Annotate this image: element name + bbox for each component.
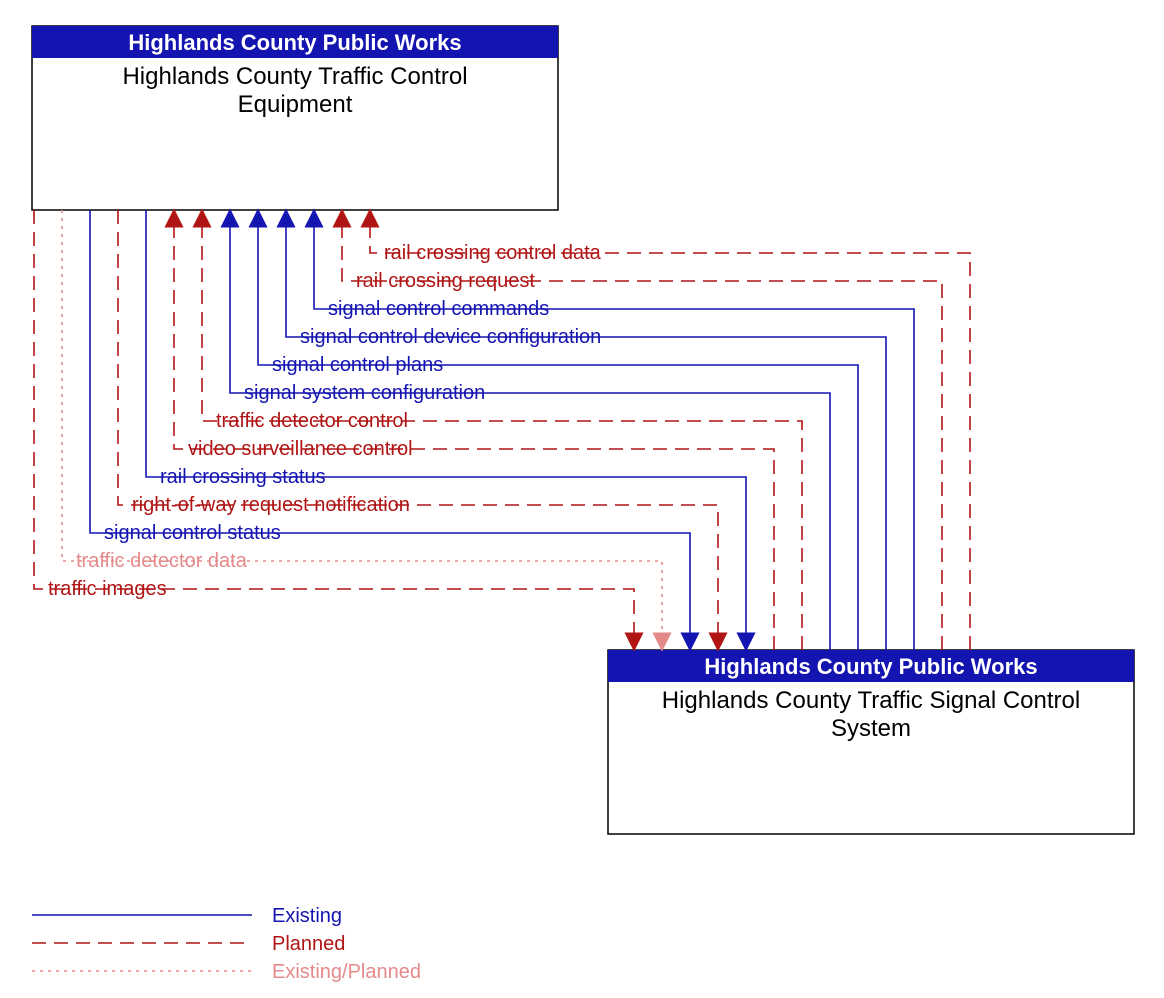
entity-body-line2: System — [831, 715, 911, 742]
flow-label: rail crossing control data — [384, 242, 602, 264]
information-flows: rail crossing control data rail crossing … — [34, 210, 970, 650]
architecture-diagram: Highlands County Public Works Highlands … — [0, 0, 1164, 998]
legend-ep: Existing/Planned — [272, 961, 421, 983]
flow-label: traffic detector data — [76, 550, 248, 572]
legend-existing: Existing — [272, 905, 342, 927]
flow-label: signal control plans — [272, 354, 443, 376]
entity-header: Highlands County Public Works — [704, 654, 1037, 679]
flow-label: traffic images — [48, 578, 167, 600]
flow-label: signal control commands — [328, 298, 549, 320]
flow-label: right-of-way request notification — [132, 494, 410, 516]
flow-label: signal control status — [104, 522, 281, 544]
flow-label: video surveillance control — [188, 438, 413, 460]
entity-header: Highlands County Public Works — [128, 30, 461, 55]
flow-label: rail crossing status — [160, 466, 326, 488]
legend-planned: Planned — [272, 933, 345, 955]
flow-label: signal system configuration — [244, 382, 485, 404]
legend: Existing Planned Existing/Planned — [32, 905, 421, 983]
entity-traffic-signal-control-system: Highlands County Public Works Highlands … — [608, 650, 1134, 834]
flow-line — [258, 218, 858, 650]
entity-traffic-control-equipment: Highlands County Public Works Highlands … — [32, 26, 558, 210]
entity-body-line1: Highlands County Traffic Signal Control — [662, 687, 1080, 714]
entity-body-line2: Equipment — [238, 91, 353, 118]
flow-label: signal control device configuration — [300, 326, 601, 348]
flow-label: traffic detector control — [216, 410, 408, 432]
entity-body-line1: Highlands County Traffic Control — [122, 63, 467, 90]
flow-label: rail crossing request — [356, 270, 535, 292]
